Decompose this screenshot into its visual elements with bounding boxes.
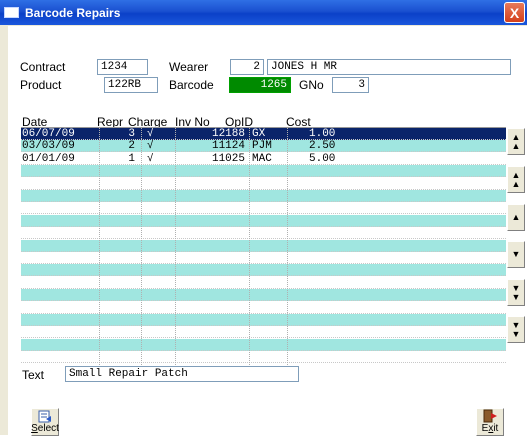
cell-repr: 2: [128, 140, 135, 153]
text-label: Text: [22, 368, 45, 382]
title-bar: Barcode Repairs X: [0, 0, 527, 25]
scroll-page-down-button[interactable]: ▼ ▼: [507, 279, 525, 306]
table-row[interactable]: [21, 326, 506, 339]
table-row[interactable]: [21, 338, 506, 351]
table-row[interactable]: [21, 289, 506, 302]
cell-inv: 11124: [211, 140, 245, 153]
cell-opid: GX: [252, 128, 266, 140]
cell-date: 06/07/09: [22, 128, 75, 140]
table-row[interactable]: [21, 351, 506, 364]
grid-column-divider: [287, 128, 288, 369]
gno-field[interactable]: 3: [332, 77, 369, 93]
double-down-icon: ▼ ▼: [511, 319, 521, 339]
cell-charge: √: [147, 140, 154, 153]
cell-repr: 1: [128, 152, 135, 165]
table-row[interactable]: 01/01/09 1 √ 11025 MAC 5.00: [21, 153, 506, 165]
table-row[interactable]: [21, 252, 506, 264]
cell-opid: PJM: [252, 140, 272, 153]
cell-cost: 1.00: [309, 128, 336, 140]
wearer-number-field[interactable]: 2: [230, 59, 264, 75]
cell-repr: 3: [128, 128, 135, 140]
table-row[interactable]: [21, 239, 506, 252]
table-row[interactable]: [21, 190, 506, 202]
cell-cost: 2.50: [309, 140, 336, 153]
exit-button[interactable]: Exit: [476, 408, 504, 436]
close-button[interactable]: X: [504, 2, 525, 23]
cell-inv: 12188: [211, 128, 245, 140]
scroll-up-button[interactable]: ▲: [507, 204, 525, 231]
page-up-icon: ▲ ▲: [511, 169, 521, 189]
table-row[interactable]: [21, 227, 506, 240]
contract-field[interactable]: 1234: [97, 59, 148, 75]
select-label: Select: [31, 423, 59, 434]
grid-column-divider: [99, 128, 100, 369]
window-title: Barcode Repairs: [25, 5, 121, 20]
barcode-label: Barcode: [169, 78, 214, 92]
table-row[interactable]: 03/03/09 2 √ 11124 PJM 2.50: [21, 140, 506, 153]
wearer-name-field[interactable]: JONES H MR: [267, 59, 511, 75]
gno-label: GNo: [299, 78, 324, 92]
select-button[interactable]: Select: [31, 408, 59, 436]
barcode-field[interactable]: 1265: [229, 77, 291, 93]
cell-charge: √: [147, 128, 154, 140]
table-row[interactable]: [21, 202, 506, 215]
table-row[interactable]: [21, 178, 506, 190]
grid-column-divider: [249, 128, 250, 369]
cell-charge: √: [147, 152, 154, 165]
arrow-down-icon: ▼: [511, 249, 521, 259]
exit-label: Exit: [481, 423, 499, 434]
cell-inv: 11025: [211, 152, 245, 165]
table-row[interactable]: [21, 314, 506, 326]
scroll-first-button[interactable]: ▲ ▲: [507, 128, 525, 155]
cell-cost: 5.00: [309, 152, 336, 165]
page-down-icon: ▼ ▼: [511, 282, 521, 302]
main-panel: Contract 1234 Wearer 2 JONES H MR Produc…: [8, 26, 527, 436]
table-row[interactable]: [21, 277, 506, 289]
scroll-last-button[interactable]: ▼ ▼: [507, 316, 525, 343]
text-field[interactable]: Small Repair Patch: [65, 366, 299, 382]
select-icon: [38, 410, 51, 423]
grid-column-divider: [141, 128, 142, 369]
barcode-repairs-window: Barcode Repairs X Contract 1234 Wearer 2…: [0, 0, 527, 436]
scroll-down-button[interactable]: ▼: [507, 241, 525, 268]
cell-opid: MAC: [252, 152, 272, 165]
table-row[interactable]: [21, 302, 506, 314]
table-row[interactable]: [21, 214, 506, 227]
table-row[interactable]: 06/07/09 3 √ 12188 GX 1.00: [21, 128, 506, 140]
scroll-page-up-button[interactable]: ▲ ▲: [507, 166, 525, 193]
exit-door-icon: [483, 409, 497, 423]
product-label: Product: [20, 78, 62, 92]
cell-date: 01/01/09: [22, 152, 75, 165]
arrow-up-icon: ▲: [511, 212, 521, 222]
wearer-label: Wearer: [169, 60, 209, 74]
table-row[interactable]: [21, 165, 506, 178]
grid-column-divider: [175, 128, 176, 369]
table-row[interactable]: [21, 264, 506, 277]
cell-date: 03/03/09: [22, 140, 75, 153]
product-field[interactable]: 122RB: [104, 77, 158, 93]
repairs-grid[interactable]: 06/07/09 3 √ 12188 GX 1.00 03/03/09 2 √ 11124 PJM 2…: [21, 127, 506, 369]
window-icon: [4, 7, 19, 18]
contract-label: Contract: [20, 60, 66, 74]
double-up-icon: ▲ ▲: [511, 131, 521, 151]
